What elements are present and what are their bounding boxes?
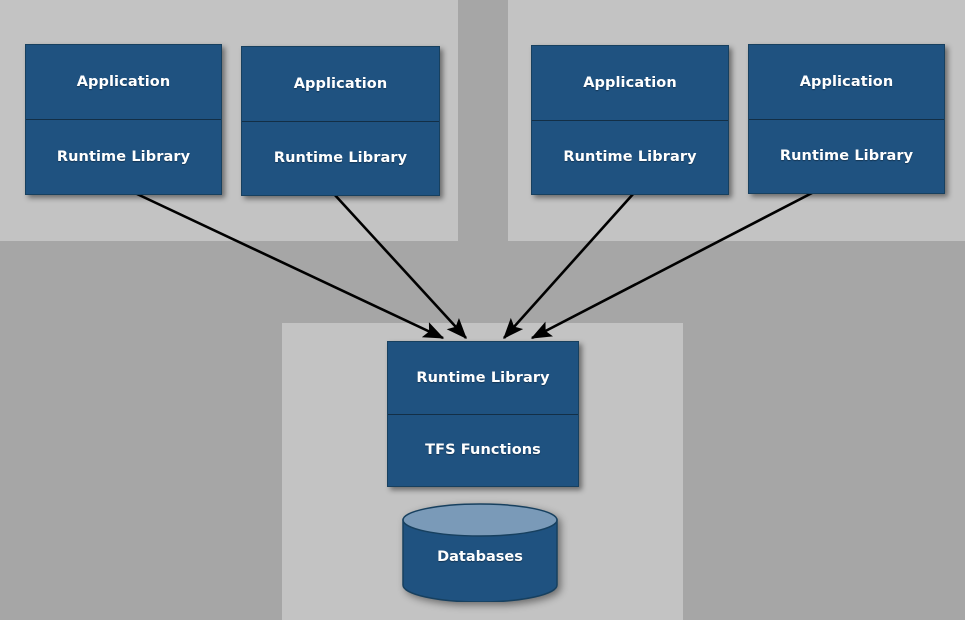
node-client-4[interactable]: Application Runtime Library <box>748 44 945 194</box>
cylinder-top-ellipse <box>402 503 558 537</box>
node-server-runtime-library-label: Runtime Library <box>416 369 550 386</box>
node-server-tfs-functions-label: TFS Functions <box>388 413 578 487</box>
diagram-canvas: Application Runtime Library Application … <box>0 0 965 620</box>
node-client-4-runtime-library-label: Runtime Library <box>749 118 944 194</box>
node-client-2-application-label: Application <box>293 75 388 92</box>
node-server[interactable]: Runtime Library TFS Functions <box>387 341 579 487</box>
node-client-2-runtime-library-label: Runtime Library <box>242 120 439 196</box>
node-databases-label: Databases <box>437 549 523 565</box>
node-client-3-runtime-library-label: Runtime Library <box>532 119 728 195</box>
node-client-1-application-label: Application <box>76 74 171 90</box>
node-client-3[interactable]: Application Runtime Library <box>531 45 729 195</box>
node-databases[interactable]: Databases <box>402 503 558 603</box>
node-client-4-application-label: Application <box>799 73 894 90</box>
node-client-2[interactable]: Application Runtime Library <box>241 46 440 196</box>
node-client-1-runtime-library-label: Runtime Library <box>26 119 221 194</box>
node-client-1[interactable]: Application Runtime Library <box>25 44 222 195</box>
node-client-3-application-label: Application <box>583 74 677 91</box>
